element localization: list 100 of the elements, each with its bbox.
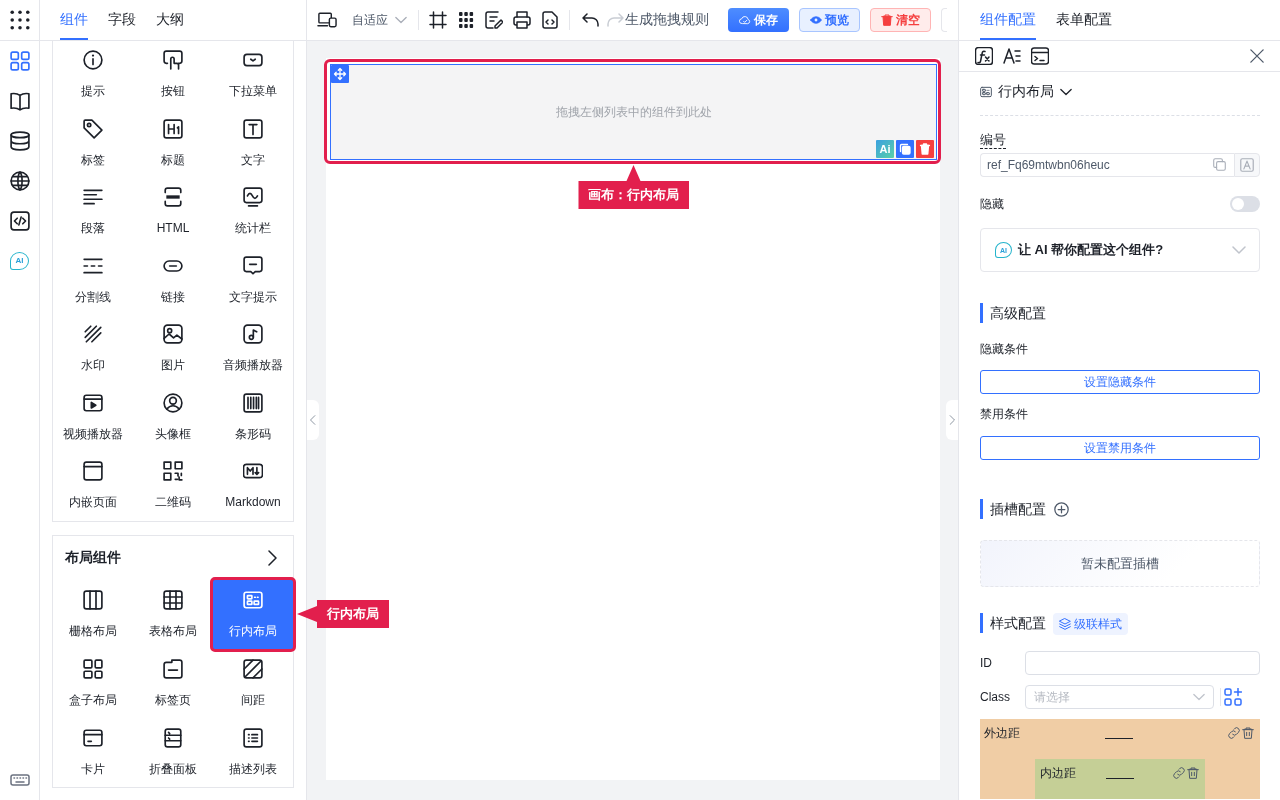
move-icon[interactable] — [331, 65, 349, 83]
hatched-square-icon — [243, 658, 263, 679]
grid-dots-icon[interactable] — [457, 11, 475, 29]
list-icon — [243, 727, 263, 748]
component-item[interactable]: 行内布局 — [213, 579, 293, 649]
component-item[interactable]: 统计栏 — [213, 178, 293, 247]
component-item[interactable]: 音频播放器 — [213, 315, 293, 384]
component-item[interactable]: HTML — [133, 178, 213, 247]
component-item[interactable]: 文字提示 — [213, 246, 293, 315]
apps-icon[interactable] — [9, 10, 30, 30]
preview-button[interactable]: 预览 — [799, 8, 860, 32]
info-icon — [83, 50, 103, 70]
text-style-icon[interactable] — [1003, 47, 1021, 65]
component-item[interactable]: 表格布局 — [133, 579, 213, 649]
component-item[interactable]: 折叠面板 — [133, 717, 213, 787]
component-item[interactable]: 卡片 — [53, 717, 133, 787]
component-item[interactable]: 按钮 — [133, 41, 213, 110]
device-select[interactable]: 自适应 — [352, 11, 407, 29]
config-tab[interactable]: 表单配置 — [1056, 0, 1112, 40]
component-item[interactable]: 二维码 — [133, 452, 213, 521]
section-title: 插槽配置 — [980, 499, 1046, 519]
component-item[interactable]: 文字 — [213, 109, 293, 178]
condition-button[interactable]: 设置隐藏条件 — [980, 370, 1260, 394]
link-icon[interactable] — [1228, 727, 1240, 739]
collapse-handle[interactable] — [307, 400, 319, 440]
close-icon[interactable] — [1250, 49, 1264, 63]
trash-icon[interactable] — [1242, 727, 1254, 739]
undo-icon[interactable] — [582, 11, 600, 29]
component-item[interactable]: 标签页 — [133, 648, 213, 718]
tap-icon — [163, 50, 183, 70]
user-circle-icon — [163, 392, 183, 413]
class-select[interactable]: 请选择 — [1025, 685, 1214, 709]
component-item[interactable]: 间距 — [213, 648, 293, 718]
component-item[interactable]: 链接 — [133, 246, 213, 315]
component-item[interactable]: 水印 — [53, 315, 133, 384]
code-icon[interactable] — [9, 211, 30, 231]
callout-tag: 行内布局 — [297, 600, 389, 628]
trash-icon[interactable] — [916, 140, 934, 158]
globe-icon[interactable] — [9, 171, 30, 191]
frame-icon[interactable] — [429, 11, 447, 29]
font-icon — [1240, 158, 1254, 172]
component-item[interactable]: 内嵌页面 — [53, 452, 133, 521]
config-tab[interactable]: 组件配置 — [980, 0, 1036, 40]
callout-tag: 画布：行内布局 — [578, 165, 689, 209]
chevron-down-icon — [1060, 86, 1072, 98]
database-icon[interactable] — [9, 131, 30, 151]
edit-note-icon[interactable] — [485, 11, 503, 29]
columns-icon — [83, 589, 103, 610]
component-item[interactable]: 标签 — [53, 109, 133, 178]
plus-circle-icon[interactable] — [1054, 501, 1069, 517]
toggle-switch[interactable] — [1230, 196, 1260, 212]
apps-add-icon[interactable] — [1224, 688, 1242, 706]
component-item[interactable]: Markdown — [213, 452, 293, 521]
component-item[interactable]: 标题 — [133, 109, 213, 178]
field-label: 编号 — [980, 132, 1006, 149]
field-label: ID — [980, 655, 993, 671]
diagonal-stripes-icon — [83, 324, 103, 344]
inline-layout-icon — [243, 589, 263, 610]
tag-icon — [83, 118, 103, 139]
component-select[interactable]: 行内布局 — [980, 79, 1072, 105]
generate-rules-button[interactable]: 生成拖拽规则 — [625, 11, 709, 29]
grid-squares-icon[interactable] — [9, 51, 30, 71]
window-icon — [83, 461, 103, 481]
condition-button[interactable]: 设置禁用条件 — [980, 436, 1260, 460]
component-item[interactable]: 栅格布局 — [53, 579, 133, 649]
cascade-style-tag[interactable]: 级联样式 — [1053, 613, 1128, 635]
id-input-field[interactable] — [1025, 651, 1260, 675]
section-title: 样式配置 — [980, 613, 1046, 633]
component-item[interactable]: 视频播放器 — [53, 383, 133, 452]
section-title: 高级配置 — [980, 303, 1046, 323]
expand-handle[interactable] — [946, 400, 958, 440]
function-icon[interactable] — [975, 47, 993, 65]
image-icon — [163, 324, 183, 344]
file-code-icon[interactable] — [541, 11, 559, 29]
component-item[interactable]: 图片 — [133, 315, 213, 384]
console-icon[interactable] — [1031, 47, 1049, 65]
ref-input-field[interactable]: ref_Fq69mtwbn06heuc — [980, 153, 1234, 177]
padding-label: 内边距 — [1040, 765, 1077, 781]
printer-icon[interactable] — [513, 11, 531, 29]
field-label: Class — [980, 689, 1011, 705]
margin-label: 外边距 — [984, 725, 1021, 741]
trash-icon[interactable] — [1187, 767, 1199, 779]
component-item[interactable]: 头像框 — [133, 383, 213, 452]
panel-tab[interactable]: 组件 — [60, 0, 88, 40]
panel-tab[interactable]: 字段 — [108, 0, 136, 40]
component-item[interactable]: 段落 — [53, 178, 133, 247]
drop-hint: 拖拽左侧列表中的组件到此处 — [555, 103, 712, 121]
component-item[interactable]: 分割线 — [53, 246, 133, 315]
monitor-phone-icon[interactable] — [317, 10, 337, 30]
link-icon[interactable] — [1173, 767, 1185, 779]
component-item[interactable]: 盒子布局 — [53, 648, 133, 718]
field-label: 隐藏 — [980, 196, 1004, 212]
component-item[interactable]: 描述列表 — [213, 717, 293, 787]
save-button[interactable]: 保存 — [728, 8, 789, 32]
book-icon[interactable] — [9, 91, 30, 111]
component-item[interactable]: 条形码 — [213, 383, 293, 452]
copy-icon[interactable] — [896, 140, 914, 158]
component-item[interactable]: 下拉菜单 — [213, 41, 293, 110]
component-item[interactable]: 提示 — [53, 41, 133, 110]
panel-tab[interactable]: 大纲 — [156, 0, 184, 40]
